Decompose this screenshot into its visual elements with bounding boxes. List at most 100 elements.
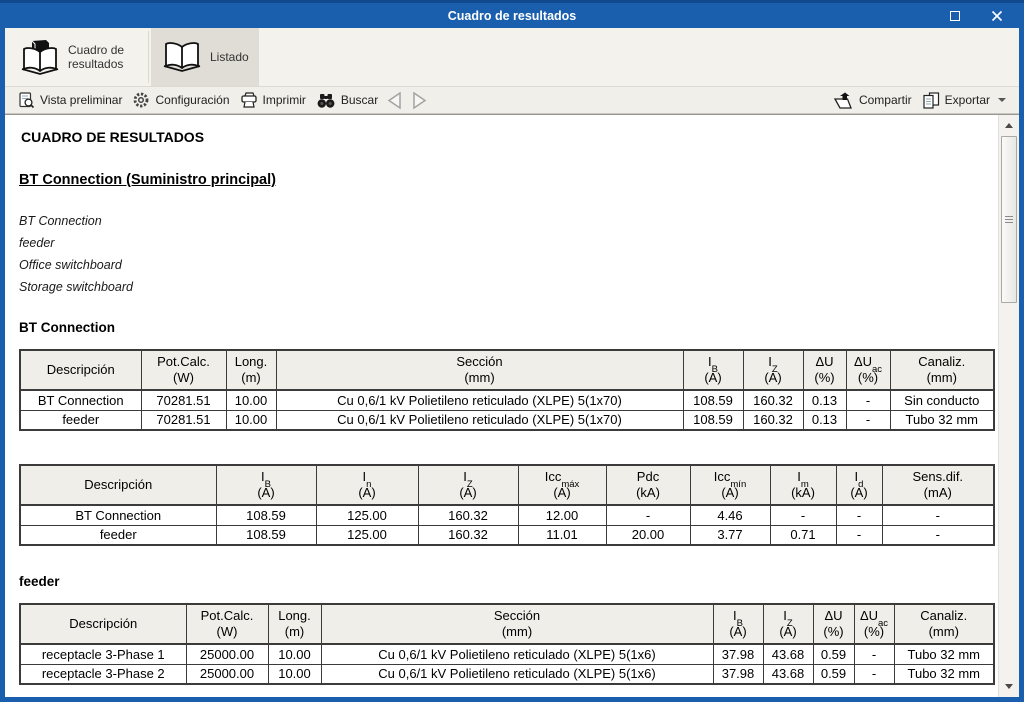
report-subtitle: BT Connection (Suministro principal) <box>19 172 276 188</box>
printer-icon <box>240 92 257 108</box>
table-cell: Sin conducto <box>889 389 995 411</box>
column-header: IZ (A) <box>417 464 519 506</box>
table-cell: BT Connection <box>19 504 217 526</box>
column-header: Id (A) <box>835 464 883 506</box>
table-cell: receptacle 3-Phase 1 <box>19 643 187 665</box>
toolbar-label: Configuración <box>155 93 230 107</box>
table-cell: 160.32 <box>417 504 519 526</box>
tab-label: Cuadro de resultados <box>68 43 125 71</box>
table-cell: 10.00 <box>225 389 277 411</box>
column-header: In (A) <box>315 464 419 506</box>
table-cell: feeder <box>19 524 217 546</box>
column-header: Canaliz. (mm) <box>889 349 995 391</box>
table-cell: 20.00 <box>605 524 691 546</box>
window-body: Cuadro de resultados Listado Vista preli… <box>0 28 1024 702</box>
table-header-row: Descripción Pot.Calc. (W) Long. (m) Sección (m… <box>19 349 995 391</box>
previous-arrow-icon <box>387 91 401 109</box>
maximize-icon <box>950 10 960 21</box>
share-button[interactable]: Compartir <box>828 88 917 112</box>
table-cell: Cu 0,6/1 kV Polietileno reticulado (XLPE… <box>275 409 684 431</box>
column-header: ΔU (%) <box>802 349 847 391</box>
table-cell: Cu 0,6/1 kV Polietileno reticulado (XLPE… <box>320 643 714 665</box>
table-cell: - <box>853 663 895 685</box>
table-header-row: Descripción Pot.Calc. (W) Long. (m) Sección (m… <box>19 603 995 645</box>
table-cell: receptacle 3-Phase 2 <box>19 663 187 685</box>
table-row: receptacle 3-Phase 2 25000.00 10.00 Cu 0,6/… <box>19 663 995 685</box>
table-row: BT Connection 70281.51 10.00 Cu 0,6/1 kV Po… <box>19 389 995 411</box>
search-button[interactable]: Buscar <box>311 88 383 112</box>
scroll-up-button[interactable] <box>999 117 1019 134</box>
scrollbar-grip-icon <box>1005 215 1013 224</box>
column-header: Descripción <box>19 349 142 391</box>
table-cell: 108.59 <box>215 504 317 526</box>
table-cell: 160.32 <box>742 409 804 431</box>
export-dropdown-icon <box>998 98 1006 102</box>
ribbon: Cuadro de resultados Listado <box>5 28 1019 86</box>
next-page-button[interactable] <box>407 88 431 112</box>
table-row: feeder 108.59 125.00 160.32 11.01 20.00 3.77 0.… <box>19 524 995 546</box>
column-header: Iccmín (A) <box>689 464 771 506</box>
toolbar: Vista preliminar Configuración Imprimir <box>5 86 1019 114</box>
table-cell: 4.46 <box>689 504 771 526</box>
toolbar-label: Imprimir <box>262 93 306 107</box>
column-header: Sección (mm) <box>275 349 684 391</box>
export-icon <box>923 91 939 109</box>
title-bar[interactable]: Cuadro de resultados <box>0 0 1024 28</box>
table-cell: - <box>605 504 691 526</box>
results-book-icon <box>21 40 59 75</box>
table-cell: - <box>769 504 837 526</box>
export-button[interactable]: Exportar <box>917 88 1011 112</box>
column-header: IZ (A) <box>742 349 804 391</box>
table-cell: 108.59 <box>682 389 744 411</box>
section-heading-feeder: feeder <box>19 574 60 589</box>
table-cell: 25000.00 <box>185 643 269 665</box>
table-cell: - <box>881 504 995 526</box>
report-title: CUADRO DE RESULTADOS <box>21 129 205 145</box>
column-header: Im (kA) <box>769 464 837 506</box>
maximize-button[interactable] <box>938 3 972 28</box>
content-area: CUADRO DE RESULTADOS BT Connection (Sumi… <box>5 114 1019 697</box>
table-cell: Tubo 32 mm <box>889 409 995 431</box>
vertical-scrollbar[interactable] <box>998 115 1019 697</box>
listing-book-icon <box>163 42 201 72</box>
table-cell: - <box>853 643 895 665</box>
table-cell: 25000.00 <box>185 663 269 685</box>
settings-button[interactable]: Configuración <box>127 88 234 112</box>
column-header: IB (A) <box>712 603 764 645</box>
column-header: ΔUac (%) <box>845 349 891 391</box>
close-button[interactable] <box>980 3 1014 28</box>
column-header: Canaliz. (mm) <box>893 603 995 645</box>
table-row: feeder 70281.51 10.00 Cu 0,6/1 kV Polietile… <box>19 409 995 431</box>
table-cell: Tubo 32 mm <box>893 663 995 685</box>
print-button[interactable]: Imprimir <box>235 88 311 112</box>
share-icon <box>833 92 852 109</box>
scroll-down-button[interactable] <box>999 678 1019 695</box>
toolbar-label: Buscar <box>340 93 379 107</box>
column-header: Long. (m) <box>267 603 322 645</box>
table-cell: 10.00 <box>267 663 322 685</box>
bt-connection-protections-table: Descripción IB (A) In (A) IZ (A) Iccmáx (A) Pdc (k… <box>19 464 995 546</box>
app-window: Cuadro de resultados Cuadro de resultado… <box>0 0 1024 702</box>
table-cell: Cu 0,6/1 kV Polietileno reticulado (XLPE… <box>275 389 684 411</box>
table-cell: 0.59 <box>812 643 855 665</box>
scroll-up-icon <box>1005 123 1013 128</box>
table-cell: 108.59 <box>682 409 744 431</box>
table-cell: - <box>845 389 891 411</box>
table-cell: 43.68 <box>762 643 814 665</box>
feeder-sections-table: Descripción Pot.Calc. (W) Long. (m) Sección (m… <box>19 603 995 685</box>
table-cell: 0.13 <box>802 389 847 411</box>
table-cell: 10.00 <box>267 643 322 665</box>
table-cell: BT Connection <box>19 389 142 411</box>
print-preview-button[interactable]: Vista preliminar <box>13 88 127 112</box>
table-cell: 70281.51 <box>140 409 227 431</box>
tab-listado[interactable]: Listado <box>151 28 259 86</box>
circuit-list: BT Connection feeder Office switchboard … <box>19 210 998 298</box>
previous-page-button[interactable] <box>383 88 407 112</box>
scrollbar-thumb[interactable] <box>1001 136 1017 303</box>
table-cell: 37.98 <box>712 663 764 685</box>
column-header: Descripción <box>19 464 217 506</box>
table-cell: - <box>835 504 883 526</box>
table-cell: 160.32 <box>417 524 519 546</box>
tab-cuadro-de-resultados[interactable]: Cuadro de resultados <box>9 28 146 86</box>
column-header: IB (A) <box>682 349 744 391</box>
